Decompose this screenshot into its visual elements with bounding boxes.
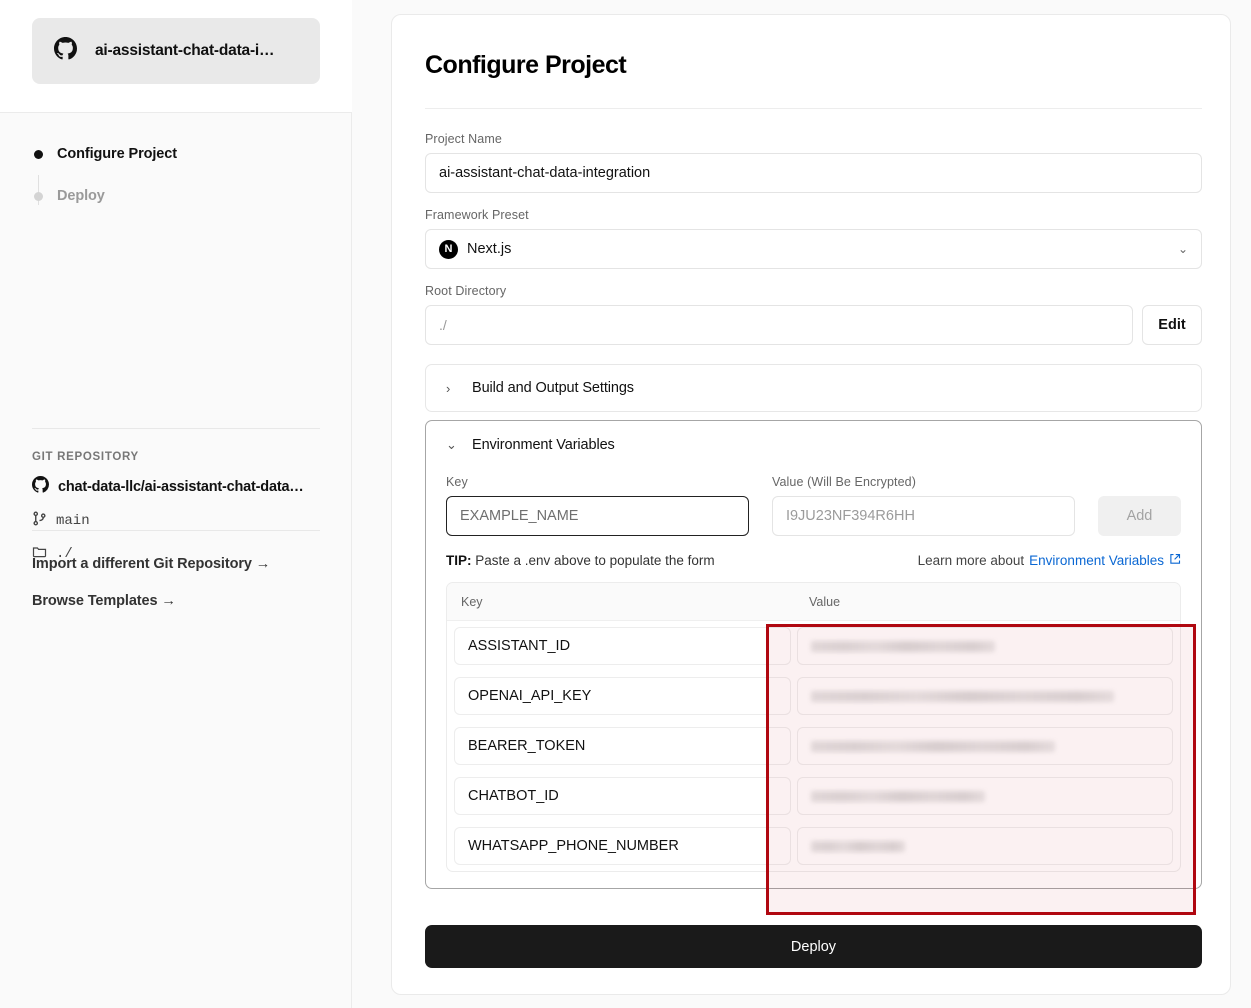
env-key-label: Key	[446, 475, 468, 489]
chevron-down-icon: ⌄	[1177, 242, 1188, 256]
table-header-row: Key Value	[447, 583, 1180, 621]
browse-templates-link[interactable]: Browse Templates →	[32, 593, 332, 609]
env-row-value[interactable]	[797, 827, 1173, 865]
step-dot-active-icon	[34, 149, 43, 159]
repo-pill-name: ai-assistant-chat-data-i…	[95, 42, 275, 59]
configure-form: Project Name ai-assistant-chat-data-inte…	[425, 132, 1202, 889]
masked-value-bar	[811, 840, 905, 852]
env-tip-prefix: TIP:	[446, 553, 472, 568]
step-label: Configure Project	[57, 146, 177, 162]
env-row-key[interactable]: CHATBOT_ID	[454, 777, 791, 815]
env-row-key[interactable]: ASSISTANT_ID	[454, 627, 791, 665]
environment-variables-header[interactable]: ⌄ Environment Variables	[446, 421, 1181, 469]
sidebar-body: Configure Project Deploy GIT REPOSITORY	[0, 113, 352, 1008]
sidebar-divider	[32, 428, 320, 429]
environment-variables-label: Environment Variables	[472, 437, 615, 453]
root-directory-input[interactable]: ./	[425, 305, 1133, 345]
table-body: ASSISTANT_ID OPENAI_API_KEY BEARER_TOKEN CH…	[447, 621, 1180, 871]
environment-variables-add-row: Key EXAMPLE_NAME Value (Will Be Encrypte…	[446, 475, 1182, 536]
edit-root-directory-button[interactable]: Edit	[1142, 305, 1202, 345]
chevron-right-icon: ›	[446, 380, 451, 396]
masked-value-bar	[811, 790, 985, 802]
step-dot-inactive-icon	[34, 191, 43, 201]
step-deploy[interactable]: Deploy	[32, 175, 312, 217]
git-repository-heading: GIT REPOSITORY	[32, 451, 139, 463]
env-tip-row: TIP: Paste a .env above to populate the …	[446, 553, 1181, 568]
env-row-key[interactable]: OPENAI_API_KEY	[454, 677, 791, 715]
table-row: CHATBOT_ID	[447, 771, 1180, 821]
configure-project-panel: Configure Project Project Name ai-assist…	[391, 14, 1231, 995]
import-different-repo-link[interactable]: Import a different Git Repository →	[32, 556, 332, 572]
sidebar: ai-assistant-chat-data-i… Configure Proj…	[0, 0, 352, 1008]
env-row-value[interactable]	[797, 677, 1173, 715]
env-value-input[interactable]: I9JU23NF394R6HH	[771, 496, 1075, 536]
masked-value-bar	[811, 690, 1114, 702]
project-name-field-group: Project Name ai-assistant-chat-data-inte…	[425, 132, 1202, 193]
masked-value-bar	[811, 740, 1055, 752]
nextjs-logo-icon: N	[439, 239, 458, 259]
git-branch-name: main	[56, 513, 90, 529]
table-row: BEARER_TOKEN	[447, 721, 1180, 771]
framework-preset-label: Framework Preset	[425, 208, 529, 222]
build-output-settings-accordion[interactable]: › Build and Output Settings	[425, 364, 1202, 412]
env-learn-more: Learn more about Environment Variables	[918, 553, 1181, 568]
deploy-button[interactable]: Deploy	[425, 925, 1202, 968]
add-env-variable-button[interactable]: Add	[1097, 496, 1182, 536]
chevron-down-icon: ⌄	[446, 437, 457, 452]
env-key-field-group: Key EXAMPLE_NAME	[446, 475, 749, 536]
root-directory-label: Root Directory	[425, 284, 507, 298]
sidebar-divider	[32, 530, 320, 531]
environment-variables-doc-link[interactable]: Environment Variables	[1029, 553, 1164, 568]
repo-pill[interactable]: ai-assistant-chat-data-i…	[32, 18, 320, 84]
table-row: OPENAI_API_KEY	[447, 671, 1180, 721]
env-tip-text: TIP: Paste a .env above to populate the …	[446, 553, 715, 568]
env-key-input[interactable]: EXAMPLE_NAME	[446, 496, 749, 536]
column-header-value: Value	[809, 594, 841, 609]
git-branch-row: main	[32, 511, 332, 531]
table-row: ASSISTANT_ID	[447, 621, 1180, 671]
project-name-input[interactable]: ai-assistant-chat-data-integration	[425, 153, 1202, 193]
sidebar-links: Import a different Git Repository → Brow…	[32, 556, 332, 630]
env-add-button-group: Add	[1097, 496, 1182, 536]
git-repo-name: chat-data-llc/ai-assistant-chat-data…	[58, 479, 304, 495]
env-row-value[interactable]	[797, 627, 1173, 665]
environment-variables-table: Key Value ASSISTANT_ID OPENAI_API_KEY BEAR…	[446, 582, 1181, 872]
env-learn-more-prefix: Learn more about	[917, 553, 1025, 568]
env-row-key[interactable]: BEARER_TOKEN	[454, 727, 791, 765]
sidebar-header: ai-assistant-chat-data-i…	[0, 0, 352, 113]
step-list: Configure Project Deploy	[32, 133, 312, 217]
env-row-key[interactable]: WHATSAPP_PHONE_NUMBER	[454, 827, 791, 865]
framework-preset-value: Next.js	[467, 241, 512, 257]
root-directory-row: ./ Edit	[425, 305, 1202, 345]
git-repo-row: chat-data-llc/ai-assistant-chat-data…	[32, 476, 332, 498]
table-row: WHATSAPP_PHONE_NUMBER	[447, 821, 1180, 871]
branch-icon	[32, 511, 47, 531]
framework-preset-select[interactable]: N Next.js ⌄	[425, 229, 1202, 269]
env-row-value[interactable]	[797, 727, 1173, 765]
git-repository-section: GIT REPOSITORY chat-data-llc/ai-assistan…	[32, 451, 332, 564]
page-title: Configure Project	[425, 51, 627, 79]
title-divider	[425, 108, 1202, 109]
environment-variables-accordion: ⌄ Environment Variables Key EXAMPLE_NAME…	[425, 420, 1202, 889]
github-icon	[54, 37, 77, 65]
env-row-value[interactable]	[797, 777, 1173, 815]
framework-preset-field-group: Framework Preset N Next.js ⌄	[425, 208, 1202, 269]
env-value-label: Value (Will Be Encrypted)	[771, 475, 916, 489]
env-tip-body: Paste a .env above to populate the form	[471, 553, 715, 568]
github-icon	[32, 476, 49, 498]
column-header-key: Key	[461, 594, 483, 609]
step-label: Deploy	[57, 188, 105, 204]
external-link-icon	[1169, 553, 1181, 568]
build-output-settings-label: Build and Output Settings	[472, 380, 634, 396]
step-configure-project[interactable]: Configure Project	[32, 133, 312, 205]
root-directory-field-group: Root Directory ./ Edit	[425, 284, 1202, 345]
project-name-label: Project Name	[425, 132, 502, 146]
page-root: ai-assistant-chat-data-i… Configure Proj…	[0, 0, 1251, 1008]
masked-value-bar	[811, 640, 996, 652]
env-value-field-group: Value (Will Be Encrypted) I9JU23NF394R6H…	[771, 475, 1075, 536]
